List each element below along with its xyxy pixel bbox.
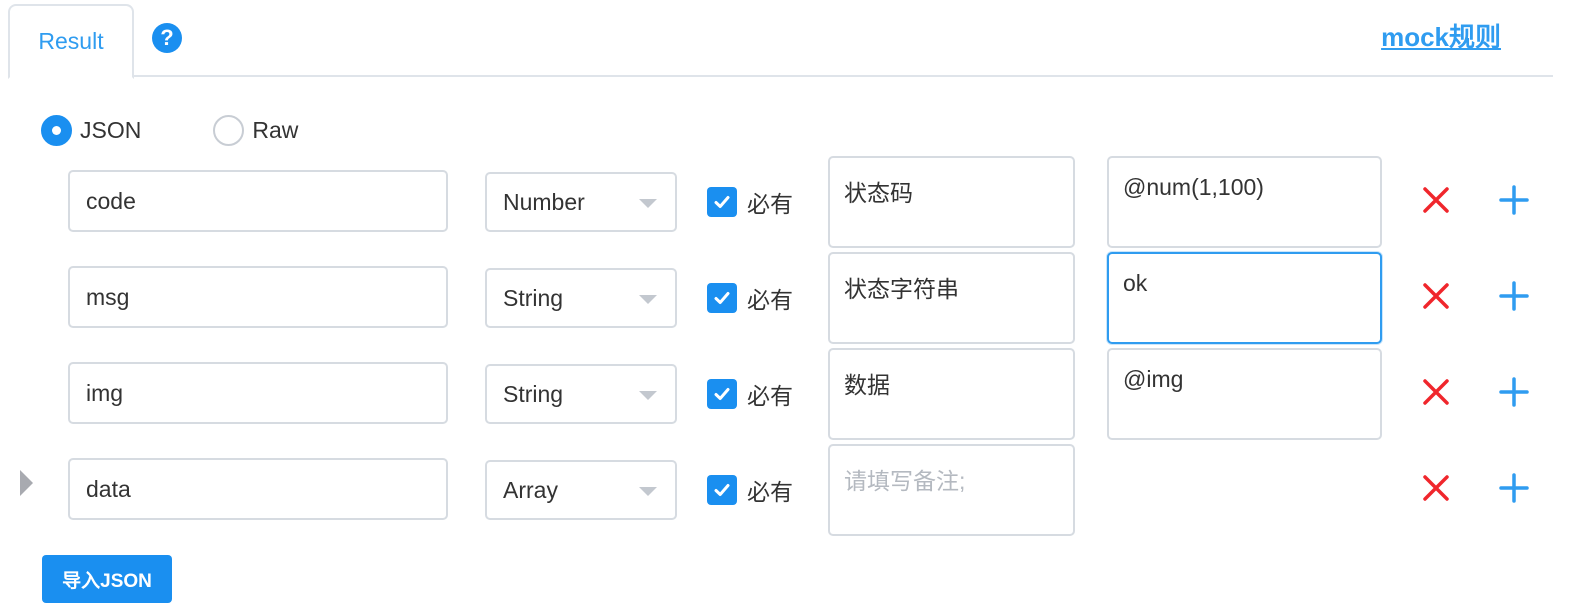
required-checkbox[interactable]: 必有 [707, 377, 793, 411]
radio-json-label: JSON [80, 116, 142, 143]
required-label: 必有 [747, 287, 793, 313]
required-checkbox[interactable]: 必有 [707, 185, 793, 219]
delete-icon[interactable] [1420, 280, 1452, 312]
required-label: 必有 [747, 191, 793, 217]
checkbox-checked-icon [707, 379, 737, 409]
required-label: 必有 [747, 479, 793, 505]
chevron-down-icon [639, 199, 657, 208]
radio-json[interactable]: JSON [41, 114, 142, 146]
field-type-select[interactable]: String [485, 364, 677, 424]
add-icon[interactable] [1498, 280, 1530, 312]
field-row: String 必有 数据 @img [0, 348, 1576, 444]
tab-result[interactable]: Result [8, 4, 134, 79]
checkbox-checked-icon [707, 187, 737, 217]
chevron-down-icon [639, 391, 657, 400]
field-name-input[interactable] [68, 170, 448, 232]
required-label: 必有 [747, 383, 793, 409]
field-name-input[interactable] [68, 362, 448, 424]
delete-icon[interactable] [1420, 376, 1452, 408]
field-mock-input[interactable]: @num(1,100) [1107, 156, 1382, 248]
chevron-down-icon [639, 295, 657, 304]
add-icon[interactable] [1498, 472, 1530, 504]
field-description-input[interactable]: 状态码 [828, 156, 1075, 248]
radio-raw[interactable]: Raw [213, 114, 299, 146]
field-row: String 必有 状态字符串 ok [0, 252, 1576, 348]
checkbox-checked-icon [707, 475, 737, 505]
tab-bar: Result ? mock规则 [8, 0, 1553, 79]
expand-caret-icon[interactable] [20, 470, 33, 496]
field-name-input[interactable] [68, 458, 448, 520]
add-icon[interactable] [1498, 184, 1530, 216]
import-json-button[interactable]: 导入JSON [42, 555, 172, 603]
field-type-select[interactable]: Number [485, 172, 677, 232]
add-icon[interactable] [1498, 376, 1530, 408]
chevron-down-icon [639, 487, 657, 496]
radio-unchecked-icon [213, 114, 245, 146]
radio-raw-label: Raw [252, 116, 299, 143]
field-mock-input[interactable]: ok [1107, 252, 1382, 344]
field-row: Array 必有 [0, 444, 1576, 540]
field-name-input[interactable] [68, 266, 448, 328]
field-type-select[interactable]: Array [485, 460, 677, 520]
field-description-input[interactable]: 数据 [828, 348, 1075, 440]
checkbox-checked-icon [707, 283, 737, 313]
radio-checked-icon [41, 114, 72, 146]
delete-icon[interactable] [1420, 472, 1452, 504]
field-description-input[interactable] [828, 444, 1075, 536]
required-checkbox[interactable]: 必有 [707, 473, 793, 507]
mock-rules-link[interactable]: mock规则 [1381, 17, 1501, 54]
required-checkbox[interactable]: 必有 [707, 281, 793, 315]
format-radio-group: JSON Raw [41, 114, 298, 146]
field-row: Number 必有 状态码 @num(1,100) [0, 156, 1576, 252]
question-circle-icon[interactable]: ? [152, 23, 182, 53]
delete-icon[interactable] [1420, 184, 1452, 216]
field-type-value: Number [503, 188, 585, 215]
field-type-select[interactable]: String [485, 268, 677, 328]
field-description-input[interactable]: 状态字符串 [828, 252, 1075, 344]
field-type-value: Array [503, 476, 558, 503]
field-type-value: String [503, 380, 564, 407]
field-mock-input[interactable]: @img [1107, 348, 1382, 440]
field-type-value: String [503, 284, 564, 311]
